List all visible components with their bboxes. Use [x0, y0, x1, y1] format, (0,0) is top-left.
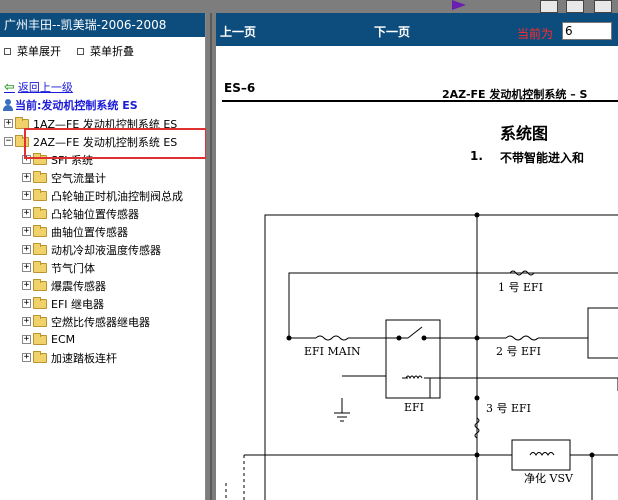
menu-expand-button[interactable]: 菜单展开 — [4, 43, 61, 59]
efi-main-label: EFI MAIN — [304, 345, 361, 358]
expand-icon[interactable]: + — [22, 227, 31, 236]
folder-icon — [33, 332, 47, 345]
folder-icon — [33, 296, 47, 309]
menu-collapse-button[interactable]: 菜单折叠 — [77, 43, 134, 59]
current-location-label: 当前:发动机控制系统 ES — [15, 99, 138, 112]
highlight-box — [24, 128, 207, 159]
wiring-diagram: 1 号 EFI EFI MAIN 2 号 EFI EFI 3 号 EFI 净化 … — [225, 212, 618, 500]
expand-icon[interactable]: + — [22, 263, 31, 272]
document-pane: 上一页 下一页 当前为 ES–6 2AZ-FE 发动机控制系统 – S 系统图 … — [216, 13, 618, 500]
back-link-label: 返回上一级 — [17, 81, 73, 94]
folder-icon — [33, 206, 47, 219]
menu-collapse-label: 菜单折叠 — [90, 45, 134, 58]
expand-icon[interactable]: + — [22, 299, 31, 308]
expand-icon[interactable]: + — [4, 119, 13, 128]
back-link[interactable]: ⇦ 返回上一级 — [4, 79, 73, 95]
tree-item[interactable]: + 动机冷却液温度传感器 — [22, 241, 161, 258]
expand-icon[interactable]: + — [22, 281, 31, 290]
expand-icon[interactable]: + — [22, 191, 31, 200]
tree-item-label: 空燃比传感器继电器 — [51, 315, 150, 329]
current-location: 当前:发动机控制系统 ES — [3, 97, 138, 113]
tree-item[interactable]: + EFI 继电器 — [22, 295, 104, 312]
play-icon[interactable] — [452, 0, 466, 10]
folder-icon — [33, 242, 47, 255]
tree-item[interactable]: + 加速踏板连杆 — [22, 349, 117, 366]
expand-icon[interactable]: + — [22, 209, 31, 218]
tree-item-label: 爆震传感器 — [51, 279, 106, 293]
fuse-1-label: 1 号 EFI — [498, 281, 543, 294]
checkbox-icon — [4, 47, 11, 55]
user-icon — [3, 99, 13, 111]
toolbar-button[interactable] — [566, 0, 584, 13]
checkbox-icon — [77, 47, 84, 55]
tree-item[interactable]: + 凸轮轴正时机油控制阀总成 — [22, 187, 183, 204]
tree-item-label: EFI 继电器 — [51, 297, 105, 311]
expand-icon[interactable]: + — [22, 317, 31, 326]
tree-item[interactable]: + ECM — [22, 331, 75, 348]
back-arrow-icon: ⇦ — [4, 79, 15, 95]
top-toolbar-strip — [0, 0, 618, 13]
expand-icon[interactable]: + — [22, 335, 31, 344]
vsv-label: 净化 VSV — [524, 471, 574, 485]
fuse-3-label: 3 号 EFI — [486, 402, 531, 415]
tree-item-label: 凸轮轴位置传感器 — [51, 207, 139, 221]
menu-expand-label: 菜单展开 — [17, 45, 61, 58]
tree-item-label: ECM — [51, 333, 76, 346]
folder-icon — [33, 314, 47, 327]
tree-item-label: 曲轴位置传感器 — [51, 225, 128, 239]
expand-icon[interactable]: + — [22, 353, 31, 362]
folder-icon — [33, 260, 47, 273]
menu-toggle-row: 菜单展开 菜单折叠 — [4, 43, 134, 59]
folder-icon — [15, 116, 29, 129]
tree-item[interactable]: + 空燃比传感器继电器 — [22, 313, 150, 330]
tree-item-label: 空气流量计 — [51, 171, 106, 185]
toolbar-button[interactable] — [594, 0, 612, 13]
tree-item-label: 节气门体 — [51, 261, 95, 275]
toolbar-button[interactable] — [540, 0, 558, 13]
tree-item[interactable]: + 曲轴位置传感器 — [22, 223, 128, 240]
navigation-pane: 广州丰田--凯美瑞-2006-2008 菜单展开 菜单折叠 ⇦ 返回上一级 当前… — [0, 13, 207, 500]
folder-icon — [33, 170, 47, 183]
folder-icon — [33, 350, 47, 363]
collapse-icon[interactable]: − — [4, 137, 13, 146]
folder-icon — [33, 278, 47, 291]
folder-icon — [33, 188, 47, 201]
tree-item[interactable]: + 凸轮轴位置传感器 — [22, 205, 139, 222]
tree-item-label: 加速踏板连杆 — [51, 351, 117, 365]
tree-item-label: 动机冷却液温度传感器 — [51, 243, 161, 257]
expand-icon[interactable]: + — [22, 173, 31, 182]
expand-icon[interactable]: + — [22, 245, 31, 254]
tree-item[interactable]: + 爆震传感器 — [22, 277, 106, 294]
efi-relay-label: EFI — [404, 401, 424, 414]
folder-icon — [33, 224, 47, 237]
tree-item[interactable]: + 空气流量计 — [22, 169, 106, 186]
window-title: 广州丰田--凯美瑞-2006-2008 — [0, 13, 205, 37]
tree-item-label: 凸轮轴正时机油控制阀总成 — [51, 189, 183, 203]
fuse-2-label: 2 号 EFI — [496, 345, 541, 358]
tree-item[interactable]: + 节气门体 — [22, 259, 95, 276]
splitter-line — [210, 13, 212, 500]
